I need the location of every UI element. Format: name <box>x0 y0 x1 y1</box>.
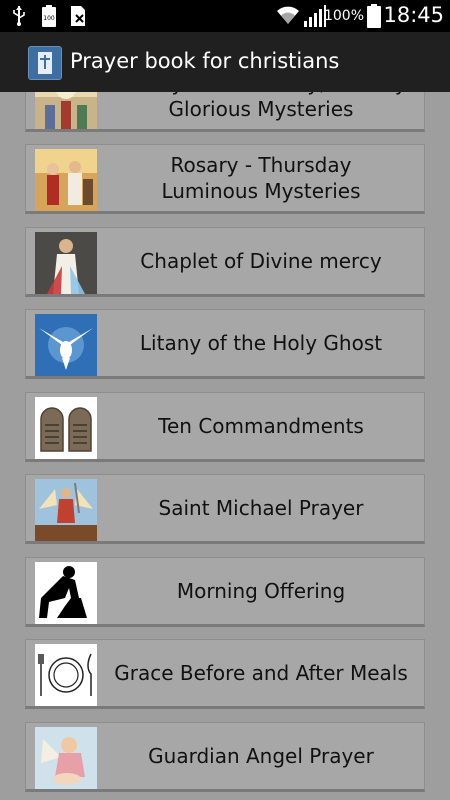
svg-text:100: 100 <box>43 15 55 22</box>
list-item-glorious-mysteries[interactable]: Rosary - Wednesday, Sunday Glorious Myst… <box>25 92 425 132</box>
kneeling-figure-image <box>35 562 97 624</box>
list-item-grace-meals[interactable]: Grace Before and After Meals <box>25 639 425 709</box>
guardian-angel-image <box>35 727 97 789</box>
usb-icon <box>13 6 25 26</box>
list-item-morning-offering[interactable]: Morning Offering <box>25 557 425 627</box>
item-label: Chaplet of Divine mercy <box>140 249 382 273</box>
saint-michael-image <box>35 479 97 541</box>
item-label: Morning Offering <box>176 579 346 603</box>
item-label: Ten Commandments <box>158 414 364 438</box>
item-label: Litany of the Holy Ghost <box>139 331 383 355</box>
glorious-mysteries-image <box>35 92 97 129</box>
list-item-luminous-mysteries[interactable]: Rosary - Thursday Luminous Mysteries <box>25 144 425 214</box>
app-bar: Prayer book for christians <box>0 32 450 92</box>
app-title: Prayer book for christians <box>70 49 340 73</box>
holy-ghost-dove-image <box>35 314 97 376</box>
list-item-holy-ghost[interactable]: Litany of the Holy Ghost <box>25 309 425 379</box>
list-item-guardian-angel[interactable]: Guardian Angel Prayer <box>25 722 425 792</box>
plate-cutlery-image <box>35 644 97 706</box>
battery-100-icon: 100 <box>42 5 56 27</box>
item-label: Rosary - Thursday Luminous Mysteries <box>161 153 361 203</box>
list-item-saint-michael[interactable]: Saint Michael Prayer <box>25 474 425 544</box>
prayer-list[interactable]: Rosary - Wednesday, Sunday Glorious Myst… <box>0 92 450 800</box>
signal-icon <box>304 5 326 27</box>
wifi-icon <box>277 6 299 24</box>
clock: 18:45 <box>383 3 444 27</box>
item-label: Guardian Angel Prayer <box>148 744 374 768</box>
divine-mercy-image <box>35 232 97 294</box>
prayer-book-app-icon[interactable] <box>28 46 62 80</box>
list-item-ten-commandments[interactable]: Ten Commandments <box>25 392 425 462</box>
stone-tablets-image <box>35 397 97 459</box>
battery-percentage: 100% <box>323 8 364 24</box>
list-item-divine-mercy[interactable]: Chaplet of Divine mercy <box>25 227 425 297</box>
item-label: Saint Michael Prayer <box>158 496 364 520</box>
item-label: Rosary - Wednesday, Sunday Glorious Myst… <box>115 92 406 121</box>
item-label: Grace Before and After Meals <box>114 661 408 685</box>
sim-disabled-icon <box>71 6 85 26</box>
battery-icon <box>367 4 381 28</box>
status-bar: 100 100% 18:45 <box>0 0 450 32</box>
luminous-mysteries-image <box>35 149 97 211</box>
